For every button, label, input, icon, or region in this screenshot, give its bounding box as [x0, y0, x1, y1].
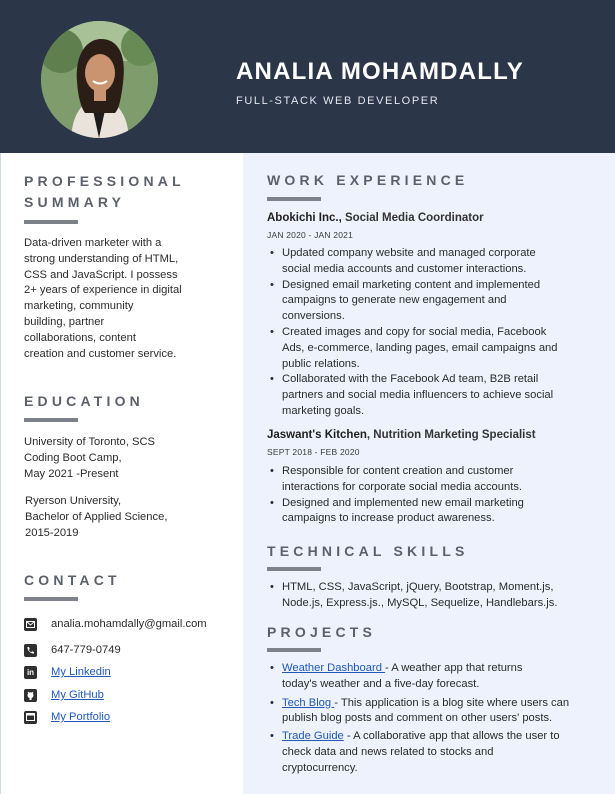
projects-list: Weather Dashboard - A weather app that r… — [267, 661, 607, 777]
bullet-line: interactions for corporate social media … — [282, 480, 523, 493]
summary-underline — [24, 220, 78, 224]
bullet-line: Updated company website and managed corp… — [282, 247, 536, 259]
list-item: Designed and implemented new email marke… — [267, 496, 607, 528]
contact-email-row: analia.mohamdally@gmail.com — [24, 616, 207, 632]
project-desc: today's weather and a five-day forecast. — [282, 677, 480, 690]
summary-text: Data-driven marketer with a strong under… — [24, 236, 182, 362]
job-role: Social Media Coordinator — [341, 212, 484, 224]
skills-heading: TECHNICAL SKILLS — [267, 543, 469, 559]
summary-line: building, partner — [24, 315, 105, 328]
bullet-line: campaigns to generate new engagement and — [282, 294, 507, 307]
education-entry-toronto: University of Toronto, SCS Coding Boot C… — [24, 435, 155, 482]
summary-line: marketing, community — [24, 300, 134, 313]
list-item: Responsible for content creation and cus… — [267, 464, 607, 496]
list-item: Trade Guide - A collaborative app that a… — [267, 729, 607, 776]
project-desc: publish blog posts and comment on other … — [282, 712, 553, 725]
tech-blog-link[interactable]: Tech Blog — [282, 697, 334, 709]
bullet-line: Designed email marketing content and imp… — [282, 278, 541, 291]
bullet-line: social media accounts and customer inter… — [282, 262, 527, 275]
profile-photo — [41, 21, 158, 138]
list-item: Collaborated with the Facebook Ad team, … — [267, 372, 607, 419]
phone-text: 647-779-0749 — [51, 644, 121, 656]
job-bullets-jaswant: Responsible for content creation and cus… — [267, 464, 607, 527]
summary-heading-line1: PROFESSIONAL — [24, 173, 185, 189]
bullet-line: Designed and implemented new email marke… — [282, 496, 524, 509]
summary-line: 2+ years of experience in digital — [24, 284, 182, 297]
education-line: Ryerson University, — [25, 495, 122, 507]
summary-line: strong understanding of HTML, — [24, 252, 179, 265]
github-icon — [24, 688, 37, 702]
summary-line: creation and customer service. — [24, 347, 177, 360]
email-icon — [24, 617, 37, 631]
skills-list: HTML, CSS, JavaScript, jQuery, Bootstrap… — [267, 580, 607, 612]
weather-dashboard-link[interactable]: Weather Dashboard — [282, 662, 385, 674]
bullet-line: conversions. — [282, 310, 345, 323]
skills-underline — [267, 567, 321, 571]
summary-line: collaborations, content — [24, 331, 136, 344]
work-heading: WORK EXPERIENCE — [267, 172, 469, 188]
education-line: May 2021 -Present — [24, 467, 119, 480]
list-item: Created images and copy for social media… — [267, 325, 607, 372]
project-desc: - A collaborative app that allows the us… — [343, 730, 560, 743]
phone-icon — [24, 643, 37, 657]
browser-window-icon — [24, 710, 37, 724]
job-role: , Nutrition Marketing Specialist — [366, 429, 536, 441]
job-heading-abokichi: Abokichi Inc., Social Media Coordinator — [267, 212, 484, 224]
project-desc: check data and news related to stocks an… — [282, 745, 494, 758]
bullet-line: campaigns to increase product awareness. — [282, 512, 495, 525]
work-underline — [267, 197, 321, 201]
candidate-name: ANALIA MOHAMDALLY — [236, 58, 524, 85]
contact-heading: CONTACT — [24, 572, 121, 588]
project-desc: - A weather app that returns — [385, 662, 523, 674]
bullet-line: Collaborated with the Facebook Ad team, … — [282, 373, 539, 386]
email-text: analia.mohamdally@gmail.com — [51, 618, 207, 630]
job-title: FULL-STACK WEB DEVELOPER — [236, 95, 440, 107]
list-item: HTML, CSS, JavaScript, jQuery, Bootstrap… — [267, 580, 607, 612]
list-item: Tech Blog - This application is a blog s… — [267, 696, 607, 728]
contact-github-row[interactable]: My GitHub — [24, 687, 104, 703]
bullet-line: marketing goals. — [282, 404, 365, 417]
contact-linkedin-row[interactable]: in My Linkedin — [24, 664, 111, 680]
education-underline — [24, 418, 78, 422]
education-heading: EDUCATION — [24, 393, 144, 409]
bullet-line: public relations. — [282, 357, 360, 370]
bullet-line: HTML, CSS, JavaScript, jQuery, Bootstrap… — [282, 581, 554, 593]
list-item: Updated company website and managed corp… — [267, 246, 607, 278]
job-dates: SEPT 2018 - FEB 2020 — [267, 447, 360, 457]
company-name: Jaswant's Kitchen — [267, 429, 367, 441]
bullet-line: Node.js, Express.js., MySQL, Sequelize, … — [282, 596, 558, 609]
projects-underline — [267, 648, 321, 652]
education-line: Bachelor of Applied Science, — [25, 510, 168, 523]
trade-guide-link[interactable]: Trade Guide — [282, 730, 344, 742]
bullet-line: Ads, e-commerce, landing pages, email ca… — [282, 341, 558, 354]
contact-phone-row: 647-779-0749 — [24, 642, 121, 658]
bullet-line: partners and social media influencers to… — [282, 389, 554, 402]
linkedin-icon: in — [24, 665, 37, 679]
list-item: Weather Dashboard - A weather app that r… — [267, 661, 607, 693]
projects-heading: PROJECTS — [267, 624, 377, 640]
job-heading-jaswant: Jaswant's Kitchen, Nutrition Marketing S… — [267, 429, 536, 441]
portfolio-link[interactable]: My Portfolio — [51, 709, 110, 725]
company-name: Abokichi Inc., — [267, 212, 342, 224]
list-item: Designed email marketing content and imp… — [267, 278, 607, 325]
education-entry-ryerson: Ryerson University, Bachelor of Applied … — [25, 494, 167, 541]
summary-heading: PROFESSIONAL SUMMARY — [24, 171, 185, 213]
education-line: Coding Boot Camp, — [24, 451, 122, 464]
education-line: 2015-2019 — [25, 526, 79, 539]
job-dates: JAN 2020 - JAN 2021 — [267, 230, 354, 240]
github-link[interactable]: My GitHub — [51, 687, 104, 703]
project-desc: cryptocurrency. — [282, 761, 358, 774]
job-bullets-abokichi: Updated company website and managed corp… — [267, 246, 607, 420]
project-desc: - This application is a blog site where … — [334, 696, 570, 709]
contact-underline — [24, 597, 78, 601]
contact-portfolio-row[interactable]: My Portfolio — [24, 709, 110, 725]
bullet-line: Created images and copy for social media… — [282, 325, 547, 338]
summary-line: CSS and JavaScript. I possess — [24, 268, 178, 281]
linkedin-link[interactable]: My Linkedin — [51, 664, 111, 680]
summary-line: Data-driven marketer with a — [24, 237, 162, 249]
summary-heading-line2: SUMMARY — [24, 194, 126, 210]
education-line: University of Toronto, SCS — [24, 436, 155, 448]
bullet-line: Responsible for content creation and cus… — [282, 465, 514, 477]
